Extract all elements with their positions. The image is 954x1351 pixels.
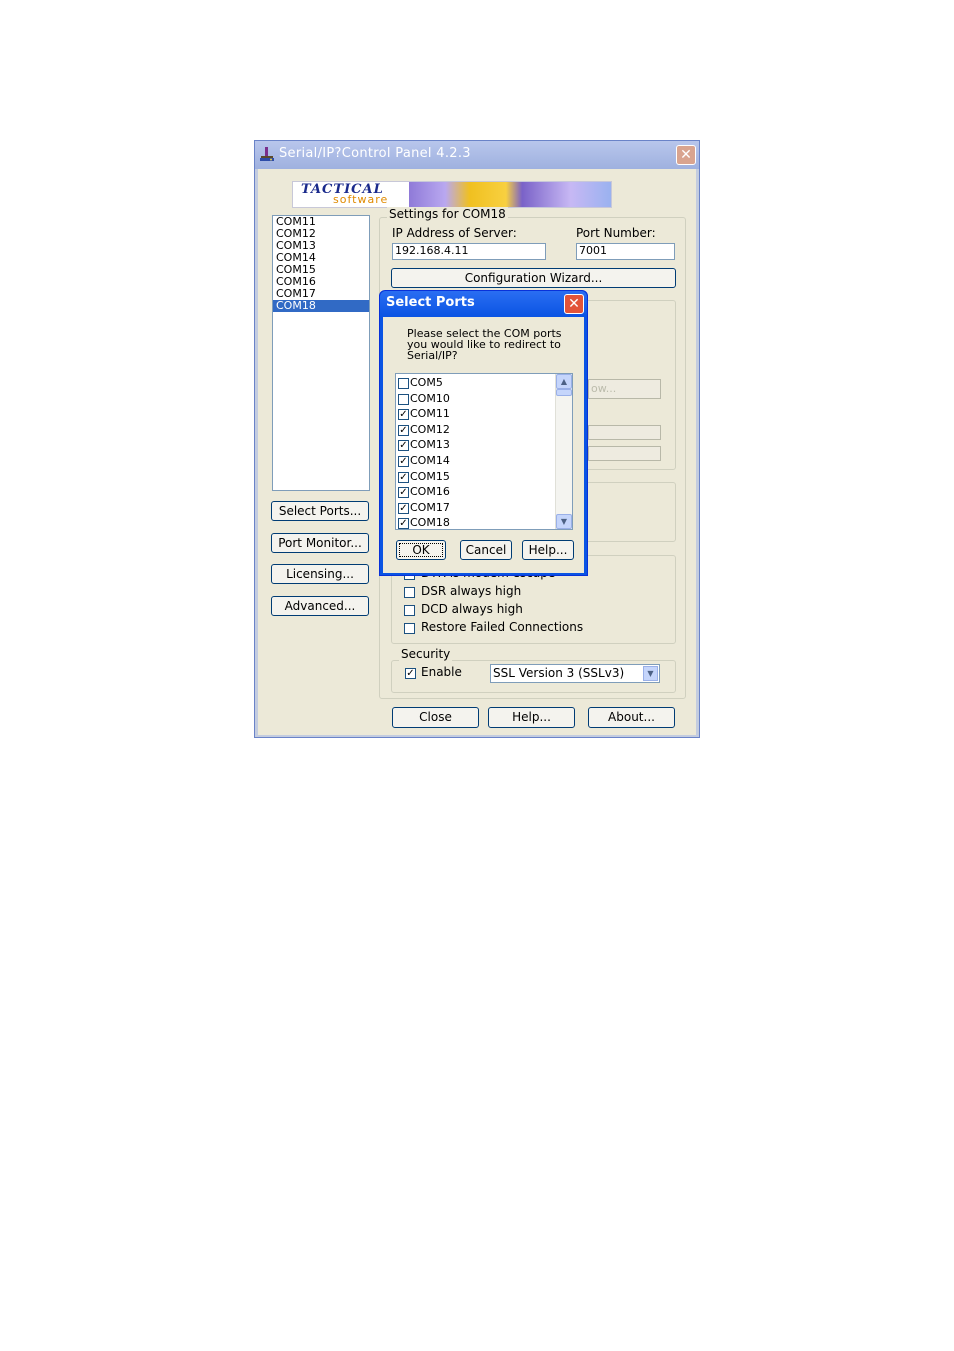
com-port-checklist-item[interactable]: ✓ COM15 (398, 469, 548, 484)
advanced-button[interactable]: Advanced... (271, 596, 369, 616)
window-title-bar[interactable]: Serial/IP?Control Panel 4.2.3 ✕ (255, 141, 699, 169)
partially-hidden-field-2[interactable] (588, 446, 661, 461)
com-port-checkbox[interactable]: ✓ (398, 424, 409, 436)
com-port-checkbox[interactable]: ✓ (398, 502, 409, 514)
about-button[interactable]: About... (588, 707, 675, 728)
scroll-down-icon[interactable]: ▼ (556, 514, 572, 529)
window-title: Serial/IP?Control Panel 4.2.3 (279, 146, 471, 161)
com-port-checkbox[interactable]: ✓ (398, 487, 409, 499)
scroll-thumb[interactable] (556, 389, 572, 396)
option-row[interactable]: DSR always high (404, 584, 664, 602)
com-port-checkbox[interactable]: ✓ (398, 456, 409, 467)
com-port-checkbox[interactable]: ✓ (398, 471, 409, 483)
ssl-version-value: SSL Version 3 (SSLv3) (493, 666, 625, 680)
com-port-checklist-item[interactable]: ✓ COM17 (398, 500, 548, 515)
dialog-close-button[interactable]: ✕ (564, 294, 584, 314)
dialog-title: Select Ports (386, 295, 475, 310)
partially-hidden-field-1[interactable] (588, 425, 661, 440)
com-port-checklist-item[interactable]: ✓ COM11 (398, 406, 548, 421)
window-close-button[interactable]: ✕ (676, 145, 696, 165)
tactical-software-logo: TACTICAL software (292, 181, 612, 208)
com-port-label: COM10 (410, 391, 450, 405)
dialog-help-button[interactable]: Help... (522, 540, 574, 560)
com-port-label: COM15 (410, 469, 450, 483)
com-port-label: COM12 (410, 422, 450, 436)
com-port-label: COM16 (410, 485, 450, 499)
settings-group-label: Settings for COM18 (387, 207, 508, 221)
security-enable-checkbox[interactable]: ✓ (405, 668, 416, 679)
com-port-checklist-item[interactable]: ✓ COM18 (398, 515, 548, 530)
licensing-button[interactable]: Licensing... (271, 564, 369, 584)
com-port-label: COM13 (410, 438, 450, 452)
select-ports-dialog: Select Ports ✕ Please select the COM por… (379, 290, 588, 576)
help-button[interactable]: Help... (488, 707, 575, 728)
configured-ports-list[interactable]: COM11 COM12 COM13 COM14 COM15 COM16 COM17 COM18 (272, 215, 370, 491)
security-group-label: Security (399, 647, 453, 661)
option-checkbox[interactable] (404, 623, 415, 634)
close-button[interactable]: Close (392, 707, 479, 728)
configuration-wizard-button[interactable]: Configuration Wizard... (391, 268, 676, 288)
ssl-version-select[interactable]: SSL Version 3 (SSLv3) (490, 664, 660, 683)
logo-banner-graphic (409, 182, 611, 207)
com-port-checklist-item[interactable]: ✓ COM12 (398, 422, 548, 437)
option-checkbox[interactable] (404, 587, 415, 598)
option-label: Restore Failed Connections (421, 620, 584, 634)
com-port-checklist-item[interactable]: COM10 (398, 391, 548, 406)
modem-options-list: DTR is modem escapeDSR always highDCD al… (404, 566, 664, 638)
com-port-label: COM18 (410, 516, 450, 530)
option-label: DCD always high (421, 602, 523, 616)
dialog-title-bar[interactable]: Select Ports ✕ (380, 291, 587, 317)
dialog-body: Please select the COM ports you would li… (383, 317, 584, 573)
ip-address-label: IP Address of Server: (392, 226, 517, 240)
com-port-checkbox[interactable]: ✓ (398, 518, 409, 529)
scroll-up-icon[interactable]: ▲ (556, 374, 572, 389)
checklist-scrollbar[interactable]: ▲ ▼ (555, 374, 572, 529)
com-port-checkbox[interactable]: ✓ (398, 440, 409, 452)
com-port-checklist-item[interactable]: ✓ COM14 (398, 453, 548, 468)
port-monitor-button[interactable]: Port Monitor... (271, 533, 369, 553)
app-icon (260, 147, 274, 161)
logo-line2: software (333, 193, 389, 206)
option-row[interactable]: DCD always high (404, 602, 664, 620)
ip-address-input[interactable]: 192.168.4.11 (392, 243, 546, 260)
com-port-label: COM14 (410, 454, 450, 467)
option-row[interactable]: Restore Failed Connections (404, 620, 664, 638)
com-port-checklist-item[interactable]: ✓ COM13 (398, 437, 548, 452)
com-port-checkbox[interactable]: ✓ (398, 409, 409, 421)
dialog-prompt: Please select the COM ports you would li… (407, 327, 562, 362)
option-label: DSR always high (421, 584, 522, 598)
port-number-label: Port Number: (576, 226, 656, 240)
com-port-checkbox[interactable] (398, 393, 409, 405)
port-number-input[interactable]: 7001 (576, 243, 675, 260)
com-port-checkbox[interactable] (398, 378, 409, 389)
com-port-label: COM11 (410, 407, 450, 421)
dialog-ok-button[interactable]: OK (396, 540, 446, 560)
com-port-checklist[interactable]: COM5 COM10 ✓ COM11 ✓ COM12 ✓ COM13 ✓ COM14 ✓ COM15 ✓… (395, 373, 573, 530)
com-port-label: COM17 (410, 500, 450, 514)
chevron-down-icon[interactable]: ▼ (643, 666, 658, 681)
com-port-checklist-item[interactable]: ✓ COM16 (398, 484, 548, 499)
port-list-item[interactable]: COM18 (273, 300, 369, 312)
partially-hidden-button[interactable]: ow... (588, 379, 661, 399)
com-port-checklist-item[interactable]: COM5 (398, 375, 548, 390)
com-port-label: COM5 (410, 376, 443, 389)
security-enable-label: Enable (421, 665, 462, 679)
select-ports-button[interactable]: Select Ports... (271, 501, 369, 521)
option-checkbox[interactable] (404, 605, 415, 616)
dialog-cancel-button[interactable]: Cancel (460, 540, 512, 560)
